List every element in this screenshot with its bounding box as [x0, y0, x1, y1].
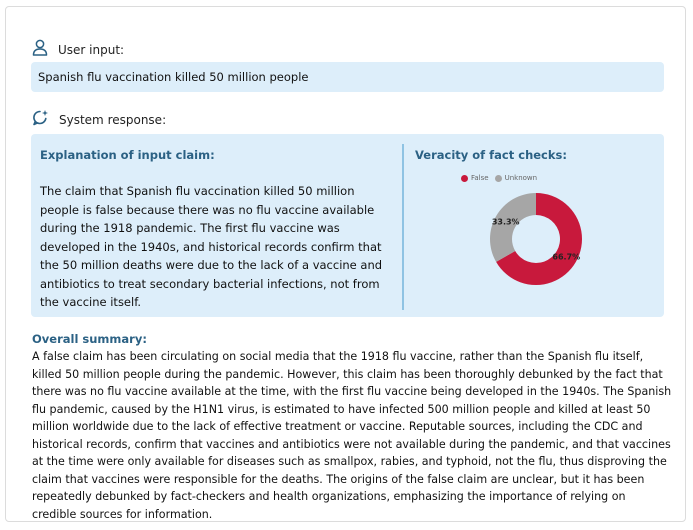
explanation-text: The claim that Spanish flu vaccination k…	[40, 184, 383, 309]
legend-label-unknown: Unknown	[504, 174, 538, 182]
user-input-label: User input:	[58, 42, 125, 57]
result-card: User input: Spanish flu vaccination kill…	[5, 6, 686, 522]
donut-label-false: 66.7%	[552, 253, 580, 262]
chart-legend: False Unknown	[461, 174, 543, 182]
summary-text: A false claim has been circulating on so…	[32, 350, 672, 521]
donut-label-unknown: 33.3%	[492, 217, 520, 226]
veracity-title: Veracity of fact checks:	[415, 148, 567, 162]
donut-slice-unknown	[490, 193, 536, 262]
user-input-header: User input:	[32, 39, 124, 60]
system-response-label: System response:	[59, 112, 167, 127]
panel-divider	[402, 144, 404, 310]
user-claim-box: Spanish flu vaccination killed 50 millio…	[31, 62, 664, 92]
user-icon	[32, 39, 48, 60]
system-response-panel: Explanation of input claim: The claim th…	[31, 134, 664, 317]
legend-label-false: False	[471, 174, 489, 182]
legend-item-unknown: Unknown	[494, 174, 538, 182]
user-claim-text: Spanish flu vaccination killed 50 millio…	[38, 70, 309, 84]
legend-swatch-false	[461, 174, 468, 182]
summary-title: Overall summary:	[32, 332, 147, 346]
veracity-donut-chart: 66.7% 33.3%	[490, 193, 582, 285]
legend-swatch-unknown	[494, 174, 502, 182]
chat-sparkle-icon	[32, 109, 49, 130]
legend-item-false: False	[461, 174, 489, 182]
explanation-title: Explanation of input claim:	[40, 148, 215, 162]
system-response-header: System response:	[32, 109, 166, 130]
